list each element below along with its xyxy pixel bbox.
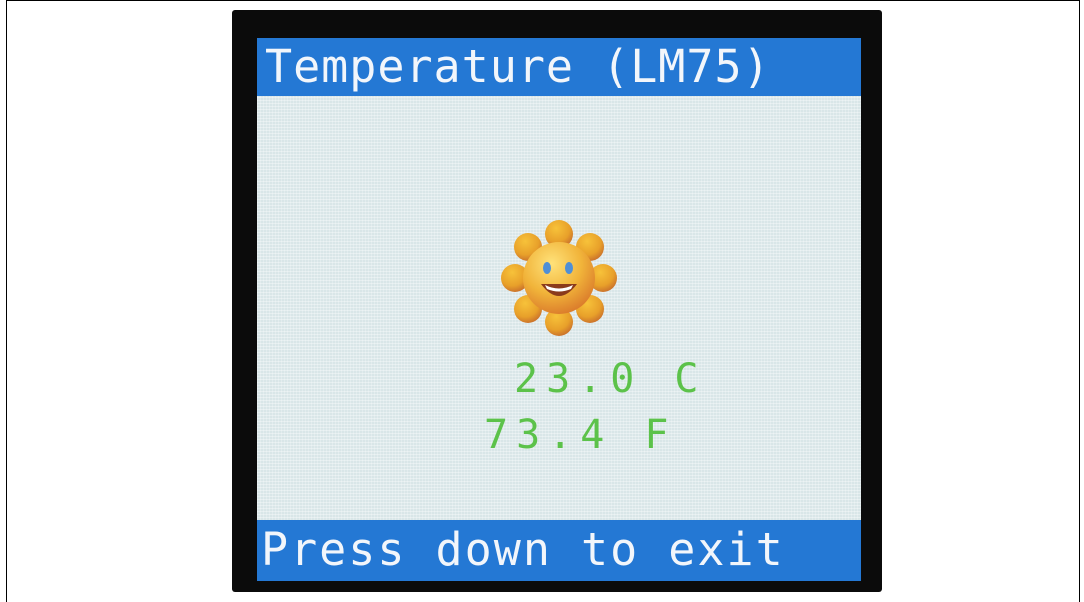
temperature-fahrenheit: 73.4 F xyxy=(484,412,677,458)
temperature-celsius: 23.0 C xyxy=(514,356,707,402)
lcd-screen: Temperature (LM75) 23.0 C 73.4 F Press d… xyxy=(257,38,861,581)
title-bar: Temperature (LM75) xyxy=(257,38,861,96)
exit-hint: Press down to exit xyxy=(261,523,785,576)
footer-bar: Press down to exit xyxy=(257,520,861,581)
smiling-sun-icon xyxy=(499,218,619,338)
screen-title: Temperature (LM75) xyxy=(265,40,771,93)
